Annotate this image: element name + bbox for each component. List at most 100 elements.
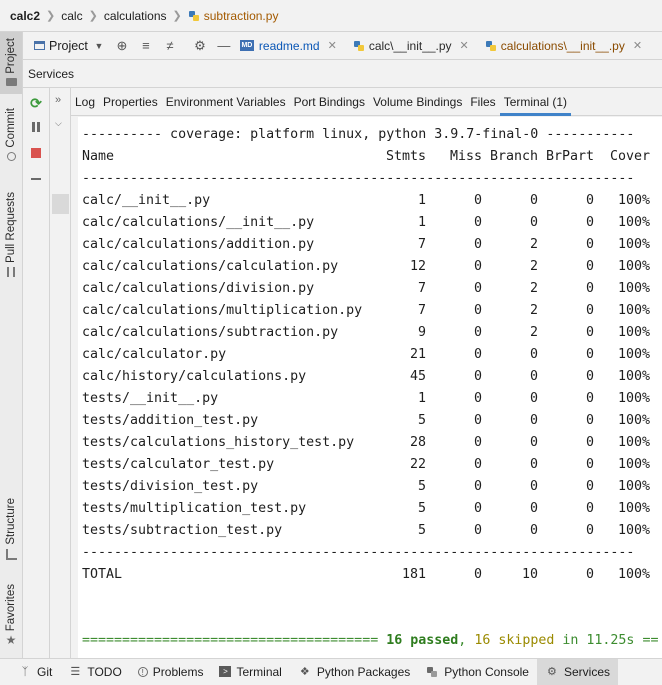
chevron-down-icon[interactable]: ▼ — [88, 34, 110, 58]
tab-files[interactable]: Files — [466, 88, 499, 116]
minimize-icon[interactable]: — — [212, 34, 236, 58]
bottom-tab-label: Problems — [152, 664, 204, 679]
cell-branch: 0 — [529, 215, 538, 230]
bottom-tab-git[interactable]: ᛉ Git — [10, 659, 60, 685]
editor-tab-readme[interactable]: MD readme.md ✕ — [236, 32, 345, 60]
tab-log[interactable]: Log — [71, 88, 99, 116]
double-chevron-right-icon[interactable]: » — [55, 94, 61, 106]
breadcrumb-file[interactable]: subtraction.py — [188, 9, 278, 23]
minus-icon[interactable] — [27, 170, 45, 188]
cell-name: calc/calculations/multiplication.py — [82, 303, 363, 318]
bottom-tab-todo[interactable]: ☰ TODO — [60, 659, 129, 685]
tab-properties[interactable]: Properties — [99, 88, 162, 116]
editor-tab-label: readme.md — [258, 38, 320, 53]
cell-stmts: 21 — [409, 347, 426, 362]
breadcrumb-calculations[interactable]: calculations — [104, 9, 167, 23]
gear-icon[interactable]: ⚙ — [188, 34, 212, 58]
cell-name: tests/calculator_test.py — [82, 457, 275, 472]
cell-stmts: 7 — [417, 281, 426, 296]
tool-tab-project[interactable]: Project — [0, 32, 22, 94]
star-icon: ★ — [5, 633, 17, 648]
cell-miss: 0 — [473, 479, 482, 494]
tool-tab-project-label: Project — [5, 38, 17, 74]
cell-stmts: 12 — [409, 259, 426, 274]
tool-tab-pull-requests-label: Pull Requests — [5, 192, 17, 263]
tab-terminal[interactable]: Terminal (1) — [499, 88, 572, 116]
editor-tab-calculations-init[interactable]: calculations\__init__.py ✕ — [477, 32, 650, 60]
tab-volume-bindings[interactable]: Volume Bindings — [369, 88, 466, 116]
breadcrumb-calc[interactable]: calc — [61, 9, 82, 23]
services-icon: ⚙ — [547, 666, 557, 678]
cell-name: calc/calculations/division.py — [82, 281, 315, 296]
project-view-selector[interactable]: Project — [49, 39, 88, 53]
total-label: TOTAL — [82, 567, 123, 582]
bottom-tab-label: Python Console — [444, 664, 529, 679]
close-icon[interactable]: ✕ — [328, 39, 337, 52]
cell-brpart: 0 — [585, 435, 594, 450]
collapse-all-icon[interactable]: ≠ — [158, 34, 182, 58]
cell-brpart: 0 — [585, 237, 594, 252]
locate-icon[interactable]: ⊕ — [110, 34, 134, 58]
cell-branch: 2 — [529, 237, 538, 252]
bottom-tab-terminal[interactable]: > Terminal — [211, 659, 289, 685]
tool-tab-structure[interactable]: Structure — [0, 498, 22, 560]
breadcrumb: calc2 ❯ calc ❯ calculations ❯ subtractio… — [0, 0, 662, 32]
tab-environment-variables[interactable]: Environment Variables — [162, 88, 290, 116]
selected-tree-item[interactable] — [52, 194, 69, 214]
refresh-icon[interactable]: ⟳ — [27, 94, 45, 112]
cell-brpart: 0 — [585, 303, 594, 318]
cell-stmts: 9 — [417, 325, 426, 340]
test-summary-line: ===================================== 16… — [82, 630, 658, 652]
chevron-right-icon: ❯ — [172, 10, 182, 22]
cell-stmts: 28 — [409, 435, 426, 450]
chevron-down-icon[interactable]: ⌵ — [55, 118, 62, 129]
cell-miss: 0 — [473, 523, 482, 538]
cell-stmts: 1 — [417, 391, 426, 406]
cell-stmts: 7 — [417, 303, 426, 318]
column-header-brpart: BrPart — [545, 149, 594, 164]
cell-branch: 2 — [529, 281, 538, 296]
pause-icon[interactable] — [27, 118, 45, 136]
cell-cover: 100% — [617, 435, 650, 450]
tool-tab-favorites[interactable]: Favorites ★ — [0, 584, 22, 647]
cell-name: calc/calculator.py — [82, 347, 227, 362]
bottom-tab-services[interactable]: ⚙ Services — [536, 658, 618, 685]
stop-icon[interactable] — [27, 144, 45, 162]
cell-brpart: 0 — [585, 413, 594, 428]
terminal-output[interactable]: ---------- coverage: platform linux, pyt… — [78, 117, 662, 658]
cell-cover: 100% — [617, 193, 650, 208]
tab-port-bindings[interactable]: Port Bindings — [290, 88, 369, 116]
cell-name: tests/subtraction_test.py — [82, 523, 283, 538]
close-icon[interactable]: ✕ — [460, 39, 469, 52]
cell-cover: 100% — [617, 325, 650, 340]
left-tool-stripe: Project Commit Pull Requests Structure F… — [0, 32, 23, 658]
bottom-tab-python-packages[interactable]: ❖ Python Packages — [290, 659, 418, 685]
project-toolbar: Project ▼ ⊕ ≡ ≠ ⚙ — MD readme.md ✕ calc\… — [23, 32, 662, 60]
cell-branch: 0 — [529, 457, 538, 472]
close-icon[interactable]: ✕ — [633, 39, 642, 52]
cell-brpart: 0 — [585, 523, 594, 538]
cell-name: calc/calculations/addition.py — [82, 237, 315, 252]
cell-brpart: 0 — [585, 391, 594, 406]
cell-branch: 0 — [529, 193, 538, 208]
cell-miss: 0 — [473, 303, 482, 318]
cell-miss: 0 — [473, 215, 482, 230]
bottom-tab-python-console[interactable]: Python Console — [418, 659, 537, 685]
bottom-tab-label: Git — [37, 664, 53, 679]
breadcrumb-project[interactable]: calc2 — [10, 9, 40, 23]
cell-cover: 100% — [617, 413, 650, 428]
cell-branch: 0 — [529, 479, 538, 494]
editor-tab-calc-init[interactable]: calc\__init__.py ✕ — [345, 32, 477, 60]
tool-tab-pull-requests[interactable]: Pull Requests — [0, 192, 22, 277]
tool-tab-commit[interactable]: Commit — [0, 108, 22, 161]
cell-brpart: 0 — [585, 325, 594, 340]
cell-stmts: 5 — [417, 413, 426, 428]
expand-all-icon[interactable]: ≡ — [134, 34, 158, 58]
cell-miss: 0 — [473, 457, 482, 472]
cell-branch: 2 — [529, 259, 538, 274]
cell-miss: 0 — [473, 193, 482, 208]
bottom-tab-problems[interactable]: ! Problems — [130, 659, 212, 685]
cell-cover: 100% — [617, 281, 650, 296]
markdown-icon: MD — [239, 40, 254, 51]
cell-brpart: 0 — [585, 479, 594, 494]
